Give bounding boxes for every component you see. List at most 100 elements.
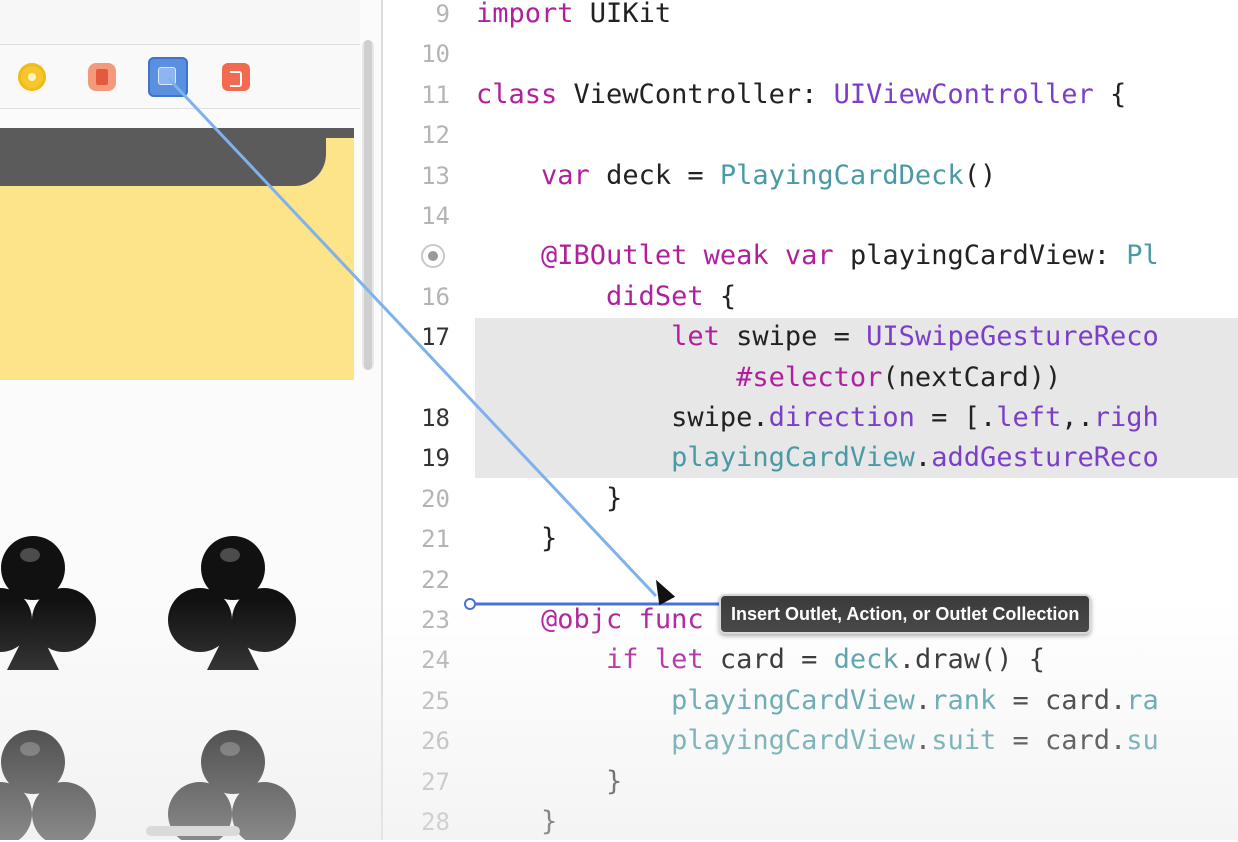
code-text[interactable]: let swipe = UISwipeGestureReco: [476, 317, 1159, 357]
code-token: playingCardView:: [833, 240, 1127, 272]
code-line[interactable]: 25 playingCardView.rank = card.ra: [0, 681, 1238, 721]
code-token: #selector: [736, 361, 883, 393]
code-token: ra: [1126, 684, 1159, 716]
code-text[interactable]: playingCardView.rank = card.ra: [476, 681, 1159, 721]
code-line[interactable]: 9 import UIKit: [0, 0, 1238, 34]
line-number: 23: [421, 606, 450, 634]
code-token: .: [914, 442, 932, 474]
code-token: Pl: [1126, 240, 1159, 272]
code-token: direction: [768, 402, 915, 433]
code-token: weak: [703, 240, 769, 272]
code-line[interactable]: 11 class ViewController: UIViewController…: [0, 75, 1238, 115]
code-token: = card.: [996, 684, 1127, 716]
code-text[interactable]: didSet {: [476, 277, 736, 317]
code-token: {: [703, 280, 737, 312]
code-text[interactable]: }: [476, 802, 557, 842]
code-line[interactable]: 24 if let card = deck.draw() {: [0, 640, 1238, 680]
line-number: 22: [421, 565, 450, 594]
code-line[interactable]: @IBOutlet weak var playingCardView: Pl: [0, 236, 1238, 276]
code-line[interactable]: 14: [0, 196, 1238, 236]
code-text[interactable]: }: [476, 479, 622, 519]
code-text[interactable]: playingCardView.addGestureReco: [476, 438, 1159, 478]
code-line[interactable]: 18 swipe.direction = [.left,.righ: [0, 398, 1238, 438]
code-token: if: [606, 644, 639, 676]
code-token: UIKit: [573, 0, 672, 29]
code-token: righ: [1093, 402, 1159, 433]
code-text[interactable]: class ViewController: UIViewController {: [476, 75, 1126, 115]
line-number: 26: [421, 727, 450, 756]
line-number: 17: [421, 323, 450, 352]
line-number: 21: [421, 525, 450, 554]
code-token: .: [914, 684, 932, 716]
code-text[interactable]: }: [476, 762, 622, 802]
code-token: class: [476, 78, 558, 110]
code-line[interactable]: #selector(nextCard)): [0, 358, 1238, 398]
code-token: var: [541, 159, 590, 191]
line-number: 27: [421, 767, 450, 796]
code-line[interactable]: 27 }: [0, 762, 1238, 802]
code-token: (): [963, 159, 997, 191]
code-line[interactable]: 19 playingCardView.addGestureReco: [0, 438, 1238, 478]
code-line[interactable]: 28 }: [0, 802, 1238, 842]
line-number: 11: [421, 80, 450, 109]
code-token: (nextCard)): [882, 361, 1062, 393]
code-text[interactable]: var deck = PlayingCardDeck(): [476, 156, 996, 196]
code-line[interactable]: 16 didSet {: [0, 277, 1238, 317]
code-token: su: [1126, 725, 1159, 757]
code-token: let: [654, 644, 704, 676]
code-token: import: [476, 0, 574, 29]
code-token: }: [476, 806, 558, 837]
line-number: 24: [421, 646, 450, 675]
code-token: @IBOutlet: [541, 240, 688, 272]
code-line[interactable]: 12: [0, 115, 1238, 155]
code-token: playingCardView: [671, 684, 915, 716]
outlet-connection-indicator-icon[interactable]: [421, 244, 445, 268]
code-line[interactable]: 21 }: [0, 519, 1238, 559]
code-line[interactable]: 17 let swipe = UISwipeGestureReco: [0, 317, 1238, 357]
code-token: didSet: [606, 280, 704, 312]
line-number: 19: [421, 444, 450, 473]
code-token: .: [914, 725, 932, 757]
code-text[interactable]: if let card = deck.draw() {: [476, 640, 1045, 680]
code-token: swipe.: [476, 402, 769, 433]
code-text[interactable]: #selector(nextCard)): [476, 358, 1061, 398]
code-token: playingCardView: [671, 442, 915, 474]
line-number: 10: [421, 40, 450, 69]
code-line[interactable]: 10: [0, 34, 1238, 74]
line-number: 14: [421, 202, 450, 230]
code-line[interactable]: 13 var deck = PlayingCardDeck(): [0, 156, 1238, 196]
code-token: }: [476, 523, 558, 555]
code-token: UIViewController: [833, 78, 1094, 110]
code-text[interactable]: }: [476, 519, 557, 559]
code-token: {: [1093, 78, 1127, 110]
code-token: PlayingCardDeck: [719, 159, 964, 191]
code-token: card =: [703, 644, 834, 676]
code-text[interactable]: @objc func: [476, 600, 704, 640]
code-token: .draw() {: [898, 644, 1045, 676]
code-text[interactable]: swipe.direction = [.left,.righ: [476, 398, 1159, 438]
code-token: ViewController:: [557, 78, 834, 110]
code-text[interactable]: playingCardView.suit = card.su: [476, 721, 1159, 761]
code-text[interactable]: @IBOutlet weak var playingCardView: Pl: [476, 236, 1159, 276]
code-token: }: [476, 482, 623, 514]
code-token: = [.: [914, 402, 997, 433]
code-token: rank: [931, 684, 997, 716]
code-line[interactable]: 20 }: [0, 479, 1238, 519]
line-number: 28: [421, 808, 450, 836]
code-token: ,.: [1061, 402, 1094, 433]
code-line[interactable]: 26 playingCardView.suit = card.su: [0, 721, 1238, 761]
code-text[interactable]: import UIKit: [476, 0, 671, 34]
code-token: UISwipeGestureReco: [866, 321, 1159, 353]
code-token: func: [638, 604, 704, 635]
code-token: deck =: [589, 159, 720, 191]
